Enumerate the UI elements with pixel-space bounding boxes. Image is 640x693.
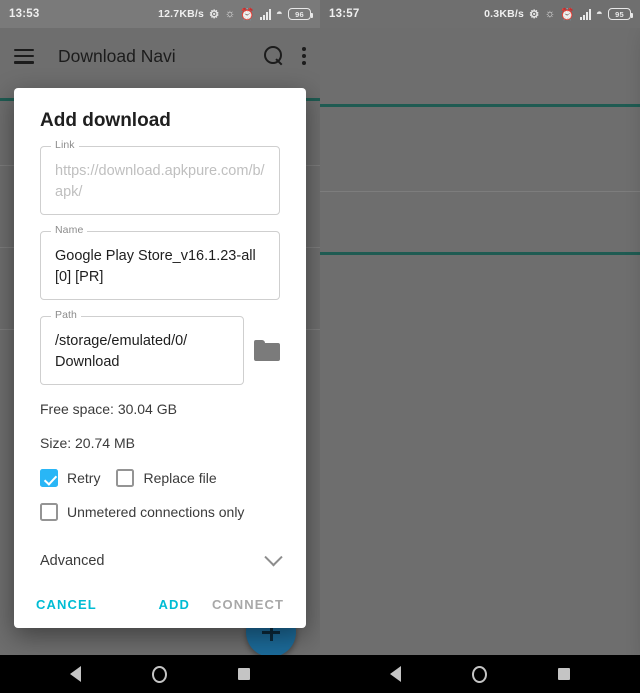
retry-checkbox-box [40, 469, 58, 488]
page-title: Download Navi [58, 45, 176, 66]
replace-file-checkbox-box [116, 469, 135, 488]
folder-icon[interactable] [254, 340, 280, 362]
back-button[interactable] [69, 666, 81, 682]
free-space-text: Free space: 30.04 GB [40, 401, 177, 418]
replace-file-checkbox[interactable]: Replace file [116, 469, 217, 488]
bluetooth-icon: ⚙︎ [529, 9, 540, 21]
home-button[interactable] [151, 665, 167, 683]
alarm-icon: ⏰ [560, 9, 575, 21]
unmetered-checkbox[interactable]: Unmetered connections only [40, 503, 245, 522]
chevron-down-icon [264, 548, 283, 567]
list-item [320, 192, 640, 274]
dialog-title: Add download [40, 110, 171, 131]
navigation-bar [320, 655, 640, 693]
alarm-icon: ⏰ [240, 9, 255, 21]
wifi-icon: ◓ [275, 8, 283, 20]
navigation-bar [0, 655, 320, 693]
download-list-background [320, 28, 640, 693]
unmetered-row: Unmetered connections only [40, 503, 280, 522]
size-text: Size: 20.74 MB [40, 435, 135, 452]
signal-icon [579, 8, 591, 20]
battery-icon: 95 [608, 8, 633, 20]
battery-icon: 96 [288, 8, 313, 20]
wifi-icon: ◓ [595, 8, 603, 20]
status-time: 13:57 [329, 8, 360, 20]
path-row: Path /storage/emulated/0/ Download [40, 309, 280, 386]
name-field-label: Name [51, 224, 88, 237]
back-button[interactable] [389, 666, 401, 682]
list-item [320, 28, 640, 110]
add-download-dialog: Add download Link https://download.apkpu… [14, 88, 306, 629]
checkbox-row: Retry Replace file [40, 469, 280, 488]
mute-icon: ☼ [544, 8, 556, 20]
status-time: 13:53 [9, 8, 40, 20]
advanced-toggle[interactable]: Advanced [40, 537, 283, 583]
dialog-actions: CANCEL ADD CONNECT [14, 583, 306, 628]
signal-icon [259, 8, 271, 20]
status-bar: 13:57 0.3KB/s ⚙︎ ☼ ⏰ ◓ 95 [320, 0, 640, 28]
link-field-placeholder: https://download.apkpure.com/b/apk/ [55, 163, 265, 200]
recents-button[interactable] [238, 668, 251, 680]
overflow-menu-icon[interactable] [302, 47, 306, 65]
network-speed: 0.3KB/s [484, 8, 525, 20]
retry-checkbox[interactable]: Retry [40, 469, 101, 488]
menu-icon[interactable] [14, 48, 34, 64]
path-field[interactable]: Path /storage/emulated/0/ Download [40, 309, 244, 386]
link-field-label: Link [51, 139, 79, 151]
link-field[interactable]: Link https://download.apkpure.com/b/apk/ [40, 139, 280, 216]
list-item [320, 110, 640, 192]
status-icons: 12.7KB/s ⚙︎ ☼ ⏰ ◓ 96 [158, 7, 313, 21]
recents-button[interactable] [558, 668, 571, 680]
search-icon[interactable] [264, 46, 284, 66]
battery-level: 96 [295, 9, 304, 19]
name-field[interactable]: Name Google Play Store_v16.1.23-all [0] … [40, 224, 280, 301]
network-speed: 12.7KB/s [158, 8, 205, 20]
right-panel: 13:57 0.3KB/s ⚙︎ ☼ ⏰ ◓ 95 Add download k [320, 0, 640, 693]
app-bar: Download Navi [0, 28, 320, 84]
bluetooth-icon: ⚙︎ [209, 9, 220, 21]
mute-icon: ☼ [224, 8, 236, 20]
path-field-label: Path [51, 309, 81, 322]
left-panel: 13:53 12.7KB/s ⚙︎ ☼ ⏰ ◓ 96 Download Navi [0, 0, 320, 693]
home-button[interactable] [471, 665, 487, 683]
unmetered-label: Unmetered connections only [67, 504, 245, 521]
status-bar: 13:53 12.7KB/s ⚙︎ ☼ ⏰ ◓ 96 [0, 0, 320, 28]
connect-button[interactable]: CONNECT [212, 597, 284, 612]
status-icons: 0.3KB/s ⚙︎ ☼ ⏰ ◓ 95 [484, 7, 633, 21]
name-field-value: Google Play Store_v16.1.23-all [0] [PR] [55, 248, 256, 285]
replace-file-label: Replace file [143, 470, 217, 487]
add-button[interactable]: ADD [159, 597, 190, 612]
cancel-button[interactable]: CANCEL [36, 597, 97, 612]
retry-label: Retry [67, 470, 101, 487]
screen: 13:53 12.7KB/s ⚙︎ ☼ ⏰ ◓ 96 Download Navi [0, 0, 640, 693]
unmetered-checkbox-box [40, 503, 58, 522]
advanced-label: Advanced [40, 553, 105, 570]
battery-level: 95 [615, 9, 624, 19]
path-field-value: /storage/emulated/0/ Download [55, 333, 188, 370]
